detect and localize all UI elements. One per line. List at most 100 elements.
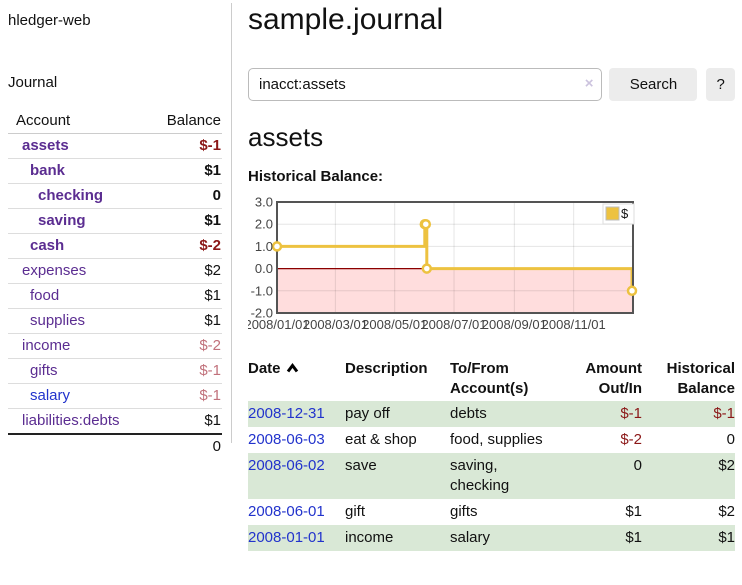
register-cell-description: eat & shop: [345, 427, 450, 453]
account-row[interactable]: supplies $1: [8, 309, 222, 334]
account-balance: $1: [141, 309, 222, 334]
register-cell-description: gift: [345, 499, 450, 525]
register-header-description: Description: [345, 357, 450, 401]
transaction-date-link[interactable]: 2008-06-01: [248, 503, 325, 520]
account-balance: $-1: [141, 359, 222, 384]
account-row[interactable]: cash $-2: [8, 234, 222, 259]
register-cell-description: save: [345, 453, 450, 499]
page-title: sample.journal: [248, 3, 735, 37]
register-cell-balance: $1: [642, 525, 735, 551]
register-cell-accounts: gifts: [450, 499, 562, 525]
register-cell-balance: $2: [642, 499, 735, 525]
register-cell-date[interactable]: 2008-06-01: [248, 499, 345, 525]
account-balance: $-1: [141, 384, 222, 409]
accounts-header-balance: Balance: [141, 109, 222, 134]
register-row[interactable]: 2008-01-01incomesalary$1$1: [248, 525, 735, 551]
sidebar-account-liabilities-debts[interactable]: liabilities:debts: [22, 412, 120, 429]
register-row[interactable]: 2008-06-02 savesaving, checking0$2: [248, 453, 735, 499]
register-cell-accounts: saving, checking: [450, 453, 562, 499]
account-balance: $-1: [141, 134, 222, 159]
main-content: sample.journal × Search ? assets Histori…: [232, 3, 742, 551]
register-cell-amount: $1: [562, 525, 642, 551]
legend-label: $: [621, 206, 629, 221]
accounts-header-row: Account Balance: [8, 109, 222, 134]
account-row[interactable]: liabilities:debts $1: [8, 409, 222, 435]
account-row[interactable]: checking0: [8, 184, 222, 209]
sidebar-item-journal[interactable]: Journal: [8, 74, 222, 91]
sidebar-account-assets[interactable]: assets: [22, 137, 69, 154]
register-cell-balance: $-1: [642, 401, 735, 427]
register-cell-amount: 0: [562, 453, 642, 499]
register-header-amount: Amount Out/In: [562, 357, 642, 401]
account-row[interactable]: food $1: [8, 284, 222, 309]
sidebar-account-food[interactable]: food: [30, 287, 59, 304]
transaction-date-link[interactable]: 2008-12-31: [248, 405, 325, 422]
sidebar: hledger-web Journal Account Balance asse…: [0, 3, 232, 443]
y-tick-label: 3.0: [255, 195, 273, 210]
sidebar-account-cash[interactable]: cash: [30, 237, 64, 254]
register-cell-date[interactable]: 2008-06-03: [248, 427, 345, 453]
sidebar-account-bank[interactable]: bank: [30, 162, 65, 179]
account-balance: $1: [141, 409, 222, 435]
help-button[interactable]: ?: [706, 68, 735, 101]
register-cell-accounts: food, supplies: [450, 427, 562, 453]
search-input[interactable]: [248, 68, 602, 101]
register-cell-accounts: debts: [450, 401, 562, 427]
legend-swatch: [606, 207, 619, 220]
register-cell-description: pay off: [345, 401, 450, 427]
account-row[interactable]: bank $1: [8, 159, 222, 184]
accounts-tbody: assets$-1bank$1checking0saving$1cash$-2e…: [8, 134, 222, 435]
register-cell-date[interactable]: 2008-12-31: [248, 401, 345, 427]
sidebar-account-salary[interactable]: salary: [30, 387, 70, 404]
accounts-total-spacer: [8, 434, 141, 459]
sidebar-account-checking[interactable]: checking: [38, 187, 103, 204]
register-row[interactable]: 2008-12-31pay offdebts$-1$-1: [248, 401, 735, 427]
register-header-accounts: To/From Account(s): [450, 357, 562, 401]
register-cell-balance: $2: [642, 453, 735, 499]
register-cell-date[interactable]: 2008-01-01: [248, 525, 345, 551]
search-button[interactable]: Search: [609, 68, 697, 101]
search-row: × Search ?: [248, 68, 735, 101]
clear-search-icon[interactable]: ×: [585, 75, 594, 92]
sidebar-account-income[interactable]: income: [22, 337, 70, 354]
register-cell-amount: $-2: [562, 427, 642, 453]
sidebar-account-gifts[interactable]: gifts: [30, 362, 58, 379]
sidebar-account-saving[interactable]: saving: [38, 212, 86, 229]
account-row[interactable]: salary $-1: [8, 384, 222, 409]
register-tbody: 2008-12-31pay offdebts$-1$-12008-06-03ea…: [248, 401, 735, 551]
transaction-date-link[interactable]: 2008-01-01: [248, 529, 325, 546]
y-tick-label: -1.0: [251, 283, 273, 298]
sidebar-account-expenses[interactable]: expenses: [22, 262, 86, 279]
account-balance: $1: [141, 284, 222, 309]
search-wrap: ×: [248, 68, 602, 101]
y-tick-label: 0.0: [255, 261, 273, 276]
y-tick-label: 2.0: [255, 217, 273, 232]
x-tick-label: 2008/03/01: [303, 317, 368, 332]
sort-asc-icon: [286, 359, 299, 379]
chart-title: Historical Balance:: [248, 168, 735, 185]
transaction-date-link[interactable]: 2008-06-02: [248, 457, 325, 474]
accounts-total-row: 0: [8, 434, 222, 459]
register-table: Date Description To/From Account(s) Amou…: [248, 357, 735, 551]
sidebar-account-supplies[interactable]: supplies: [30, 312, 85, 329]
transaction-date-link[interactable]: 2008-06-03: [248, 431, 325, 448]
account-row[interactable]: saving$1: [8, 209, 222, 234]
x-tick-label: 2008/05/01: [362, 317, 427, 332]
account-balance: $-2: [141, 234, 222, 259]
register-header-row: Date Description To/From Account(s) Amou…: [248, 357, 735, 401]
x-tick-label: 2008/01/01: [248, 317, 310, 332]
register-header-date[interactable]: Date: [248, 357, 345, 401]
app-brand-link[interactable]: hledger-web: [8, 12, 222, 29]
register-row[interactable]: 2008-06-01giftgifts$1$2: [248, 499, 735, 525]
account-balance: $1: [141, 159, 222, 184]
register-cell-amount: $-1: [562, 401, 642, 427]
account-heading: assets: [248, 122, 735, 152]
account-row[interactable]: assets $-1: [8, 134, 222, 159]
account-balance: $2: [141, 259, 222, 284]
account-row[interactable]: income$-2: [8, 334, 222, 359]
account-row[interactable]: expenses $2: [8, 259, 222, 284]
register-cell-date[interactable]: 2008-06-02: [248, 453, 345, 499]
account-row[interactable]: gifts $-1: [8, 359, 222, 384]
accounts-header-account: Account: [8, 109, 141, 134]
register-row[interactable]: 2008-06-03eat & shopfood, supplies$-20: [248, 427, 735, 453]
